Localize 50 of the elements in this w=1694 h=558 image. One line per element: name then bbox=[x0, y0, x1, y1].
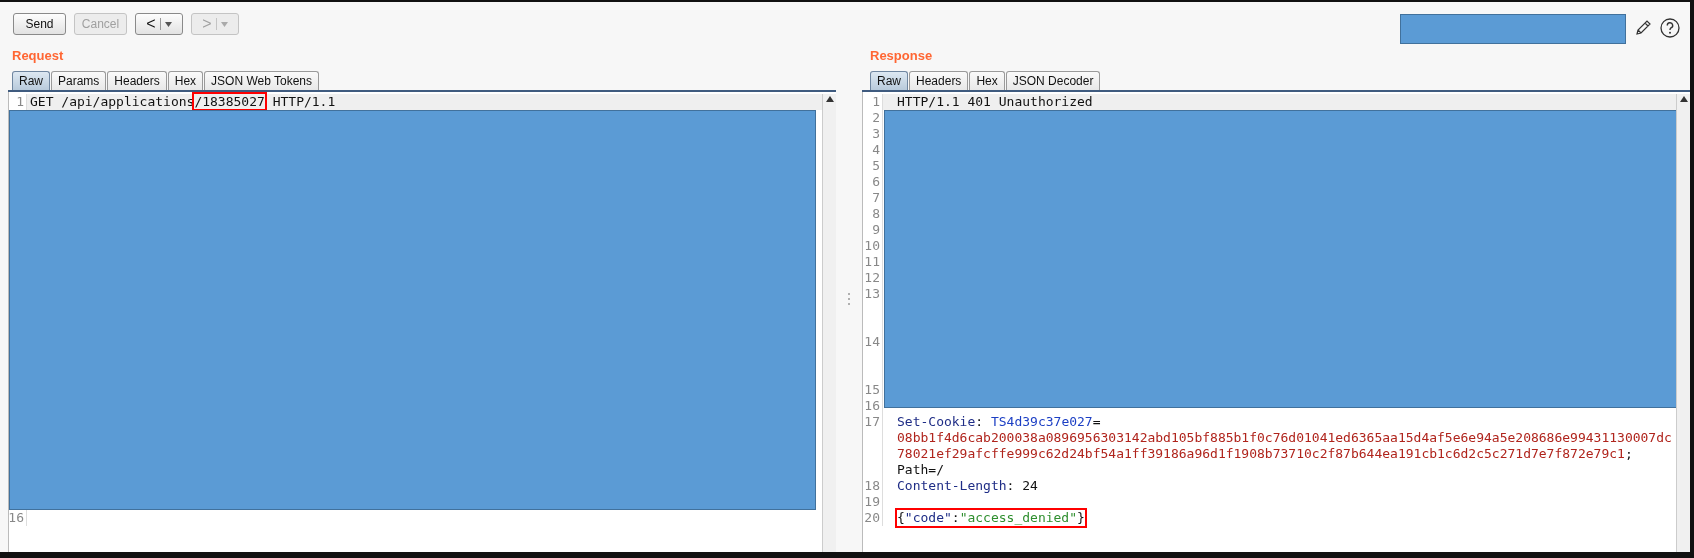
editor-tab[interactable]: Headers bbox=[107, 71, 167, 90]
editor-tab[interactable]: Hex bbox=[969, 71, 1005, 90]
line-number: 1 bbox=[872, 94, 880, 110]
line-number: 6 bbox=[872, 174, 880, 190]
code-line: {"code":"access_denied"} bbox=[897, 510, 1085, 526]
scrollbar[interactable] bbox=[822, 94, 836, 552]
scroll-up-icon[interactable] bbox=[825, 96, 834, 102]
line-number: 10 bbox=[864, 238, 880, 254]
line-number: 18 bbox=[864, 478, 880, 494]
history-button[interactable]: < bbox=[135, 13, 183, 35]
editor-tab[interactable]: Hex bbox=[167, 71, 204, 90]
code-line: Set-Cookie: TS4d39c37e027= 08bb1f4d6cab200038a0896956303142abd105bf885b1f0c76d01041ed6365aa15d4af5e6e94a5e208686e99431130007dc 78021ef29afcffe999c62d24bf54a1ff39186a96d1f1908b73710c2f87b644ea191cb1c6d2c5c271d7e7f872e79c1; Path=/ bbox=[897, 414, 1672, 478]
line-number: 20 bbox=[864, 510, 880, 526]
line-number: 7 bbox=[872, 190, 880, 206]
send-button[interactable]: Send bbox=[13, 13, 66, 35]
caret-icon bbox=[164, 21, 172, 27]
line-number: 9 bbox=[872, 222, 880, 238]
editor-tab[interactable]: Raw bbox=[12, 71, 50, 90]
line-number: 13 bbox=[864, 286, 880, 302]
line-number: 12 bbox=[864, 270, 880, 286]
line-number: 1 bbox=[16, 94, 24, 110]
line-number: 4 bbox=[872, 142, 880, 158]
editor-tab[interactable]: JSON Web Tokens bbox=[204, 71, 319, 90]
code-line: Content-Length: 24 bbox=[897, 478, 1038, 494]
code-line: HTTP/1.1 401 Unauthorized bbox=[897, 94, 1093, 110]
help-icon[interactable] bbox=[1660, 18, 1680, 38]
pencil-icon[interactable] bbox=[1634, 19, 1652, 37]
line-number: 16 bbox=[9, 510, 24, 526]
editor-tab[interactable]: Raw bbox=[870, 71, 908, 90]
code-line: GET /api/applications/18385027 HTTP/1.1 bbox=[30, 94, 336, 110]
splitter-grip-icon[interactable] bbox=[847, 292, 851, 306]
line-number: 19 bbox=[864, 494, 880, 510]
editor-tab[interactable]: Params bbox=[51, 71, 107, 90]
scroll-up-icon[interactable] bbox=[1679, 96, 1688, 102]
line-number: 8 bbox=[872, 206, 880, 222]
line-number: 14 bbox=[864, 334, 880, 350]
line-number: 15 bbox=[864, 382, 880, 398]
editor-tab[interactable]: Headers bbox=[909, 71, 969, 90]
line-number: 17 bbox=[864, 414, 880, 430]
pane-title: Request bbox=[11, 47, 65, 65]
line-number: 5 bbox=[872, 158, 880, 174]
pane-title: Response bbox=[869, 47, 934, 65]
line-number: 11 bbox=[864, 254, 880, 270]
line-number: 3 bbox=[872, 126, 880, 142]
line-number: 2 bbox=[872, 110, 880, 126]
editor-tab[interactable]: JSON Decoder bbox=[1005, 71, 1101, 90]
scrollbar[interactable] bbox=[1676, 94, 1690, 552]
code-editor[interactable]: 1 GET /api/applications/18385027 HTTP/1.1 16 bbox=[8, 92, 836, 552]
line-number: 16 bbox=[864, 398, 880, 414]
caret-icon bbox=[220, 21, 228, 27]
